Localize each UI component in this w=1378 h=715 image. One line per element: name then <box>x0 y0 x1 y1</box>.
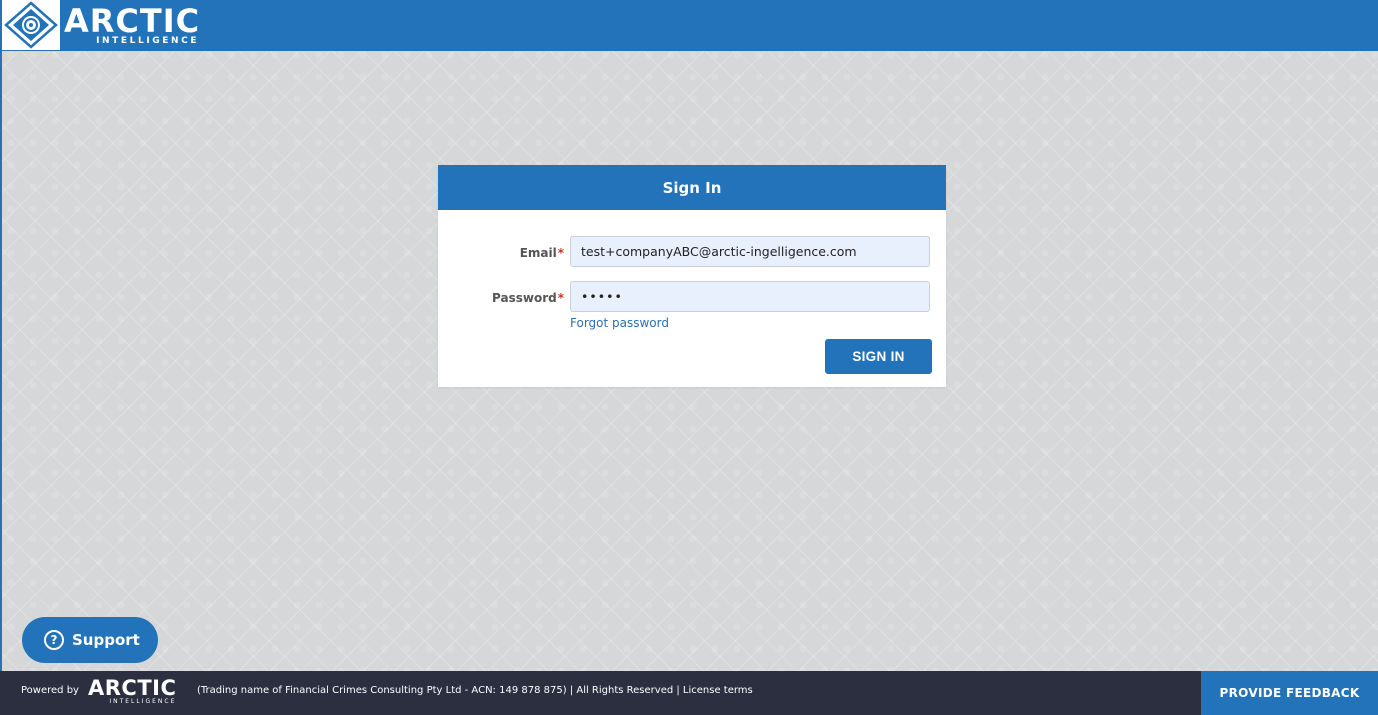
password-label: Password* <box>492 291 564 305</box>
top-header: ARCTIC INTELLIGENCE <box>0 0 1378 51</box>
email-label: Email* <box>520 246 564 260</box>
support-label: Support <box>72 631 140 649</box>
powered-by-text: Powered by <box>21 685 79 696</box>
email-label-text: Email <box>519 246 557 260</box>
brand-subtitle: INTELLIGENCE <box>96 36 200 46</box>
email-field[interactable]: test+companyABC@arctic-ingelligence.com <box>570 236 930 267</box>
brand-wordmark[interactable]: ARCTIC INTELLIGENCE <box>64 0 200 51</box>
footer-logo: ARCTIC INTELLIGENCE <box>88 677 176 705</box>
compass-diamond-icon <box>4 1 58 49</box>
provide-feedback-button[interactable]: PROVIDE FEEDBACK <box>1201 671 1378 715</box>
password-label-text: Password <box>492 291 557 305</box>
email-value: test+companyABC@arctic-ingelligence.com <box>581 244 857 259</box>
logo-badge[interactable] <box>2 0 60 50</box>
password-field[interactable]: ••••• <box>570 281 930 312</box>
footer-brand-name: ARCTIC <box>88 676 177 700</box>
signin-card: Sign In Email* test+companyABC@arctic-in… <box>438 165 946 387</box>
password-value: ••••• <box>581 289 623 304</box>
sign-in-button[interactable]: SIGN IN <box>825 339 932 374</box>
left-border <box>0 51 2 671</box>
legal-text: (Trading name of Financial Crimes Consul… <box>197 685 753 696</box>
required-mark: * <box>557 291 564 305</box>
question-circle-icon: ? <box>44 630 64 650</box>
signin-title: Sign In <box>438 165 946 210</box>
forgot-password-link[interactable]: Forgot password <box>570 316 669 330</box>
brand-name: ARCTIC <box>64 2 201 40</box>
support-button[interactable]: ? Support <box>22 617 158 663</box>
footer-brand-subtitle: INTELLIGENCE <box>109 698 177 705</box>
footer: Powered by ARCTIC INTELLIGENCE (Trading … <box>0 671 1378 715</box>
required-mark: * <box>557 246 564 260</box>
